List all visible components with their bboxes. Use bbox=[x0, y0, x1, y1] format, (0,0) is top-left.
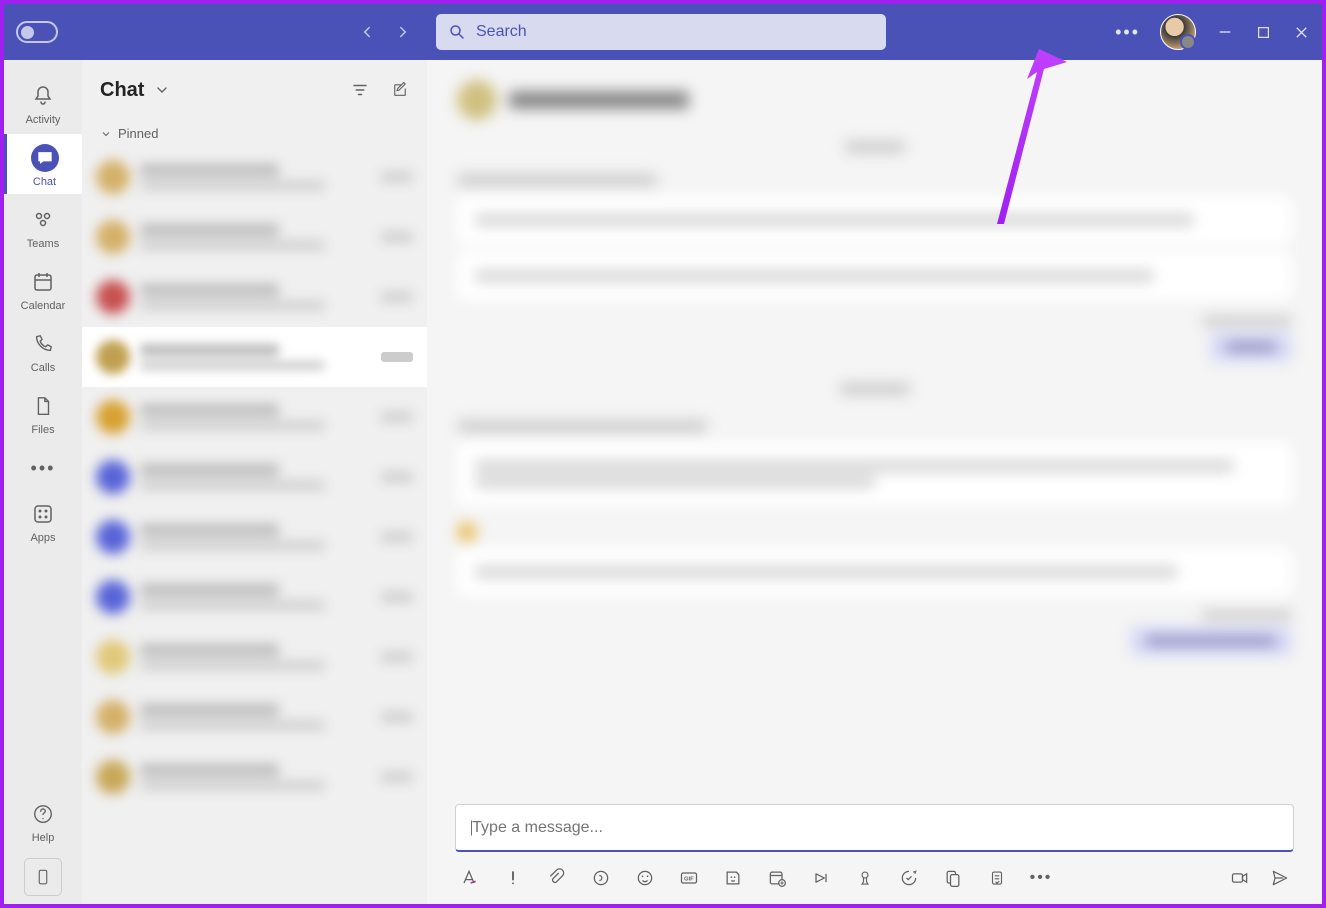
rail-calls[interactable]: Calls bbox=[4, 320, 82, 380]
sticker-button[interactable] bbox=[723, 868, 743, 888]
rail-device-button[interactable] bbox=[24, 858, 62, 896]
send-button[interactable] bbox=[1270, 868, 1290, 888]
search-placeholder: Search bbox=[476, 23, 527, 41]
app-rail: Activity Chat Teams Calendar Calls bbox=[4, 60, 82, 904]
chat-icon bbox=[31, 144, 59, 172]
chat-list-item[interactable] bbox=[82, 507, 427, 567]
close-button[interactable] bbox=[1292, 23, 1310, 41]
phone-icon bbox=[29, 330, 57, 358]
rail-calendar[interactable]: Calendar bbox=[4, 258, 82, 318]
compose-icon bbox=[391, 81, 409, 99]
rail-help[interactable]: Help bbox=[4, 790, 82, 850]
conversation-content-blurred bbox=[427, 60, 1322, 804]
chat-list-item[interactable] bbox=[82, 627, 427, 687]
chat-list-panel: Chat Pinned bbox=[82, 60, 427, 904]
calendar-icon bbox=[29, 268, 57, 296]
more-icon: ••• bbox=[29, 454, 57, 482]
rail-apps[interactable]: Apps bbox=[4, 490, 82, 550]
gif-button[interactable]: GIF bbox=[679, 868, 699, 888]
chat-list-item[interactable] bbox=[82, 147, 427, 207]
toggle-switch[interactable] bbox=[16, 21, 58, 43]
chat-list-item[interactable] bbox=[82, 267, 427, 327]
nav-forward-button[interactable] bbox=[394, 23, 412, 41]
chat-list-item[interactable] bbox=[82, 207, 427, 267]
updates-button[interactable] bbox=[987, 868, 1007, 888]
new-chat-button[interactable] bbox=[391, 81, 409, 99]
chat-list-item[interactable] bbox=[82, 747, 427, 807]
attach-button[interactable] bbox=[547, 868, 567, 888]
compose-toolbar: GIF ••• bbox=[427, 868, 1322, 904]
help-icon bbox=[29, 800, 57, 828]
maximize-button[interactable] bbox=[1254, 23, 1272, 41]
praise-button[interactable] bbox=[855, 868, 875, 888]
teams-icon bbox=[29, 206, 57, 234]
chat-items bbox=[82, 147, 427, 904]
pinned-section-header[interactable]: Pinned bbox=[82, 120, 427, 147]
emoji-button[interactable] bbox=[635, 868, 655, 888]
search-icon bbox=[448, 23, 466, 41]
more-actions-button[interactable]: ••• bbox=[1031, 868, 1051, 888]
message-input[interactable] bbox=[472, 819, 1279, 837]
title-bar: Search ••• bbox=[4, 4, 1322, 60]
filter-icon bbox=[351, 81, 369, 99]
stream-button[interactable] bbox=[811, 868, 831, 888]
schedule-button[interactable] bbox=[767, 868, 787, 888]
svg-text:GIF: GIF bbox=[684, 877, 694, 883]
chat-list-item[interactable] bbox=[82, 687, 427, 747]
chat-list-title: Chat bbox=[100, 79, 144, 102]
conversation-panel: | GIF ••• bbox=[427, 60, 1322, 904]
priority-button[interactable] bbox=[503, 868, 523, 888]
rail-chat[interactable]: Chat bbox=[4, 134, 82, 194]
bell-icon bbox=[29, 82, 57, 110]
filter-button[interactable] bbox=[351, 81, 369, 99]
compose-box[interactable]: | bbox=[455, 804, 1294, 852]
nav-back-button[interactable] bbox=[358, 23, 376, 41]
chat-list-item[interactable] bbox=[82, 567, 427, 627]
video-clip-button[interactable] bbox=[1230, 868, 1250, 888]
device-icon bbox=[34, 865, 52, 889]
format-button[interactable] bbox=[459, 868, 479, 888]
chat-dropdown-button[interactable] bbox=[154, 82, 170, 98]
chat-list-item[interactable] bbox=[82, 387, 427, 447]
chat-list-header: Chat bbox=[82, 60, 427, 120]
chat-list-item[interactable] bbox=[82, 447, 427, 507]
search-input[interactable]: Search bbox=[436, 14, 886, 50]
rail-teams[interactable]: Teams bbox=[4, 196, 82, 256]
rail-more[interactable]: ••• bbox=[4, 444, 82, 488]
approvals-button[interactable] bbox=[899, 868, 919, 888]
settings-more-button[interactable]: ••• bbox=[1115, 22, 1140, 43]
file-icon bbox=[29, 392, 57, 420]
viva-button[interactable] bbox=[943, 868, 963, 888]
rail-files[interactable]: Files bbox=[4, 382, 82, 442]
profile-avatar[interactable] bbox=[1160, 14, 1196, 50]
chevron-down-icon bbox=[100, 128, 112, 140]
rail-activity[interactable]: Activity bbox=[4, 72, 82, 132]
chat-list-item[interactable] bbox=[82, 327, 427, 387]
loop-button[interactable] bbox=[591, 868, 611, 888]
minimize-button[interactable] bbox=[1216, 23, 1234, 41]
apps-icon bbox=[29, 500, 57, 528]
